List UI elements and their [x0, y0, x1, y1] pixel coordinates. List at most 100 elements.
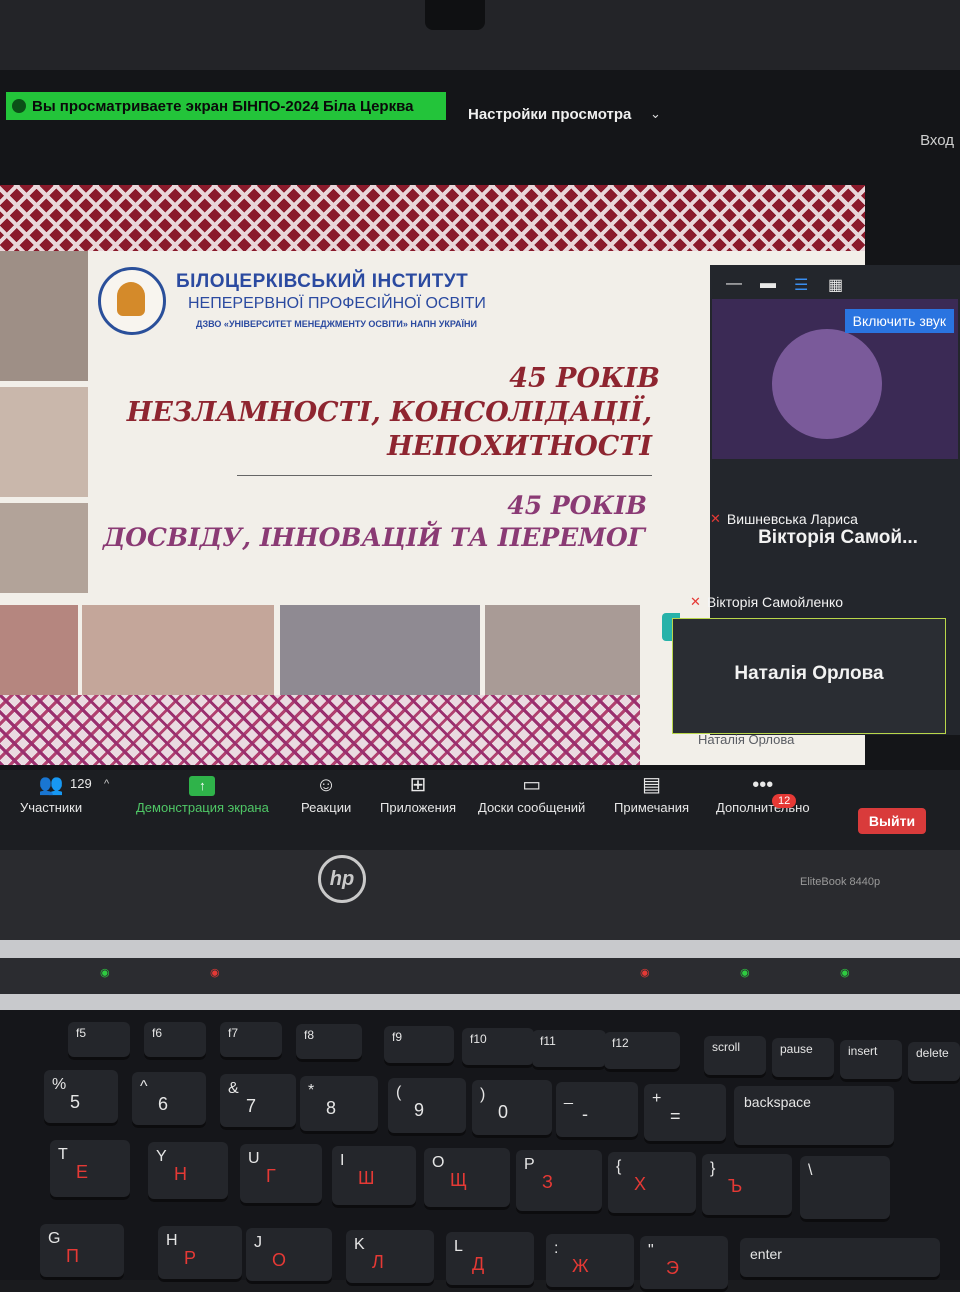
power-led-icon: ◉ [210, 967, 220, 979]
key-p[interactable]: PЗ [516, 1150, 602, 1214]
embroidery-ornament-bottom [0, 695, 640, 765]
slide-heading-2: НЕЗЛАМНОСТІ, КОНСОЛІДАЦІЇ, [126, 397, 652, 428]
share-screen-button[interactable]: ↑ Демонстрация экрана [136, 770, 269, 815]
key-f11[interactable]: f11 [532, 1030, 606, 1070]
webcam [425, 0, 485, 30]
people-icon: 👥 [38, 774, 64, 796]
key-k[interactable]: KЛ [346, 1230, 434, 1286]
key-7[interactable]: & 7 [220, 1074, 296, 1130]
tile2-name-label: ✕ Вікторія Самойленко [690, 594, 843, 610]
gallery-view-icon[interactable]: ▦ [828, 275, 843, 295]
slide-heading-5: ДОСВІДУ, ІННОВАЦІЙ ТА ПЕРЕМОГ [103, 523, 645, 552]
slide-heading-1: 45 РОКІВ [509, 363, 660, 394]
photo [0, 605, 78, 705]
key-semicolon[interactable]: :Ж [546, 1234, 634, 1290]
notes-button[interactable]: ▤ Примечания [614, 770, 689, 815]
key-quote[interactable]: " Э [640, 1236, 728, 1292]
participant-video [772, 329, 882, 439]
hp-logo: hp [318, 855, 366, 903]
key-f8[interactable]: f8 [296, 1024, 362, 1062]
key-bracket-left[interactable]: {Х [608, 1152, 696, 1216]
key-5[interactable]: % 5 [44, 1070, 118, 1126]
screen-share-banner[interactable]: Вы просматриваете экран БІНПО-2024 Біла … [6, 92, 446, 120]
caret-up-icon[interactable]: ^ [104, 778, 109, 790]
whiteboard-icon: ▭ [522, 774, 542, 796]
volume-up-led-icon: ◉ [840, 967, 850, 979]
tile2-display-name: Вікторія Самой... [758, 527, 918, 548]
unmute-button[interactable]: Включить звук [844, 309, 954, 333]
key-backspace[interactable]: backspace [734, 1086, 894, 1148]
slide-heading-4: 45 РОКІВ [507, 491, 647, 520]
key-f10[interactable]: f10 [462, 1028, 534, 1068]
key-6[interactable]: ^ 6 [132, 1072, 206, 1128]
whiteboards-button[interactable]: ▭ Доски сообщений [478, 770, 585, 815]
key-f7[interactable]: f7 [220, 1022, 282, 1060]
key-f12[interactable]: f12 [604, 1032, 680, 1072]
key-backslash[interactable]: \ [800, 1156, 890, 1222]
mic-muted-icon: ✕ [690, 594, 701, 609]
mute-led-icon: ◉ [640, 967, 650, 979]
photo [0, 251, 88, 381]
key-enter[interactable]: enter [740, 1238, 940, 1280]
photo-collage-left [0, 251, 90, 601]
institute-logo [98, 267, 166, 335]
institute-title-line2: НЕПЕРЕРВНОЇ ПРОФЕСІЙНОЇ ОСВІТИ [188, 295, 486, 312]
login-link[interactable]: Вход [920, 132, 954, 149]
video-tile-1[interactable]: Включить звук [712, 299, 958, 459]
slide-divider [237, 475, 652, 476]
key-y[interactable]: YН [148, 1142, 228, 1202]
status-led-strip: ◉ ◉ ◉ ◉ ◉ [0, 958, 960, 994]
key-scroll[interactable]: scroll [704, 1036, 766, 1078]
key-delete[interactable]: delete [908, 1042, 960, 1084]
key-i[interactable]: IШ [332, 1146, 416, 1208]
more-button[interactable]: ••• Дополнительно [716, 770, 810, 815]
photo [0, 387, 88, 497]
photo [0, 503, 88, 593]
key-g[interactable]: GП [40, 1224, 124, 1280]
laptop-model-label: EliteBook 8440p [800, 876, 881, 888]
single-view-icon[interactable]: ▬ [760, 275, 776, 293]
tile1-name-label: ✕ Вишневська Лариса [710, 511, 858, 527]
key-9[interactable]: (9 [388, 1078, 466, 1136]
key-f5[interactable]: f5 [68, 1022, 130, 1060]
tile3-display-name: Наталія Орлова [734, 663, 884, 684]
key-t[interactable]: TЕ [50, 1140, 130, 1200]
key-8[interactable]: * 8 [300, 1076, 378, 1134]
key-pause[interactable]: pause [772, 1038, 834, 1080]
minimize-icon[interactable]: — [726, 275, 742, 293]
key-o[interactable]: OЩ [424, 1148, 510, 1210]
volume-led-icon: ◉ [740, 967, 750, 979]
reactions-button[interactable]: ☺ Реакции [301, 770, 351, 815]
key-bracket-right[interactable]: } Ъ [702, 1154, 792, 1218]
embroidery-ornament-top [0, 185, 865, 251]
key-f9[interactable]: f9 [384, 1026, 454, 1066]
institute-subtitle: ДЗВО «УНІВЕРСИТЕТ МЕНЕДЖМЕНТУ ОСВІТИ» НА… [196, 319, 478, 329]
laptop-screen: Вы просматриваете экран БІНПО-2024 Біла … [0, 70, 960, 850]
photo [485, 605, 640, 705]
key-f6[interactable]: f6 [144, 1022, 206, 1060]
meeting-toolbar: 👥 Участники 129 ^ ↑ Демонстрация экрана … [0, 770, 960, 850]
key-j[interactable]: JО [246, 1228, 332, 1284]
notes-icon: ▤ [642, 774, 661, 796]
more-dots-icon: ••• [752, 774, 774, 796]
apps-button[interactable]: ⊞ Приложения [380, 770, 456, 815]
participants-count: 129 [70, 776, 92, 791]
key-0[interactable]: ) 0 [472, 1080, 552, 1138]
key-minus[interactable]: _ - [556, 1082, 638, 1140]
photo [82, 605, 274, 705]
leave-meeting-button[interactable]: Выйти [858, 808, 926, 834]
smiley-icon: ☺ [315, 774, 337, 796]
side-by-side-icon[interactable]: ☰ [794, 275, 808, 295]
key-u[interactable]: UГ [240, 1144, 322, 1206]
video-tile-3[interactable]: Наталія Орлова [672, 618, 946, 734]
slide-heading-3: НЕПОХИТНОСТІ [387, 431, 652, 462]
key-insert[interactable]: insert [840, 1040, 902, 1082]
share-banner-text: Вы просматриваете экран БІНПО-2024 Біла … [32, 97, 414, 115]
participant-name: Вишневська Лариса [726, 511, 858, 527]
key-h[interactable]: HР [158, 1226, 242, 1282]
key-equals[interactable]: + = [644, 1084, 726, 1144]
keyboard: f5 f6 f7 f8 f9 f10 f11 f12 scroll pause … [0, 1010, 960, 1292]
chevron-down-icon[interactable]: ⌄ [650, 106, 661, 122]
tile3-name-label: Наталія Орлова [698, 732, 795, 747]
view-settings-button[interactable]: Настройки просмотра [468, 106, 631, 123]
